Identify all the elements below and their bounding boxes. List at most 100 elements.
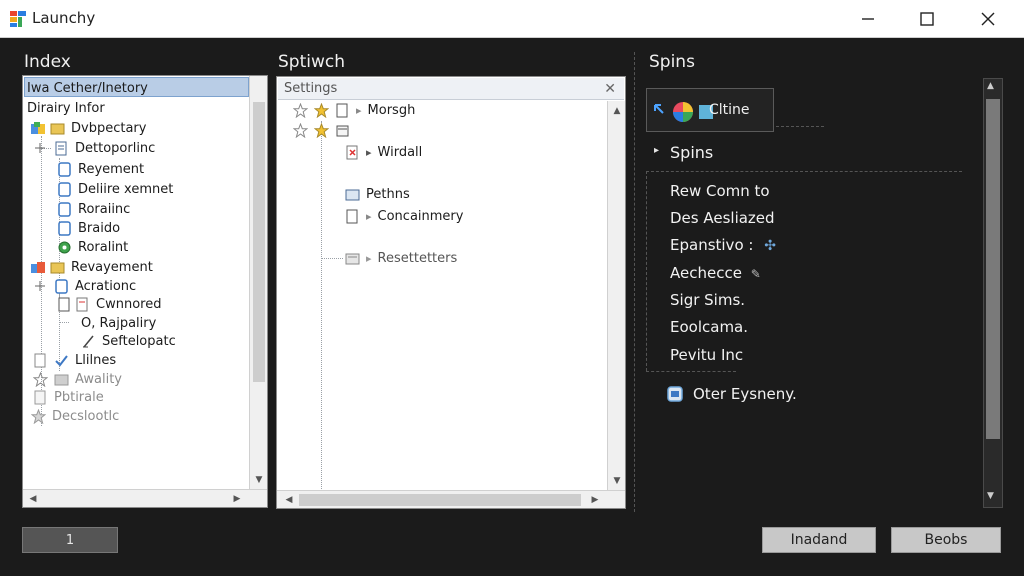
tree-item-label: Deliire xemnet (78, 181, 174, 197)
spins-vertical-scrollbar[interactable]: ▲ ▼ (983, 78, 1003, 508)
tree-item-root[interactable]: Iwa Cether/Inetory (27, 79, 148, 97)
spins-list-item-label: Aechecce (670, 264, 742, 282)
tree-item-label: Roralint (78, 239, 129, 255)
tree-item[interactable]: Roraiinc (57, 200, 130, 218)
tree-item[interactable]: Braido (57, 219, 120, 237)
beobs-button[interactable]: Beobs (891, 527, 1001, 553)
folder-icon (50, 123, 65, 134)
tree-item-label: Dirairy Infor (27, 100, 105, 116)
settings-horizontal-scrollbar[interactable]: ◀ ▶ (277, 490, 625, 508)
spins-list-item[interactable]: Pevitu Inc (670, 346, 743, 364)
star-outline-icon (293, 122, 308, 138)
tree-item-label: Llilnes (75, 352, 117, 368)
scroll-down-arrow-icon[interactable]: ▼ (609, 473, 625, 489)
tree-item[interactable]: O, Rajpaliry (81, 314, 156, 332)
star-icon (31, 408, 46, 424)
document-blue-icon (58, 161, 71, 177)
star-icon (314, 102, 329, 118)
scroll-up-arrow-icon[interactable]: ▲ (987, 81, 994, 91)
tree-item[interactable]: Revayement (31, 258, 153, 276)
document-gray-icon (34, 390, 46, 404)
scrollbar-thumb[interactable] (299, 494, 581, 506)
star-outline-icon (33, 371, 48, 387)
tree-item[interactable]: Dirairy Infor (27, 99, 105, 117)
spins-footer-item[interactable]: Oter Eysneny. (693, 385, 797, 403)
spins-tile-label: Cltine (709, 102, 750, 118)
scroll-left-arrow-icon[interactable]: ◀ (281, 492, 297, 508)
panel-divider (634, 52, 635, 512)
spins-list-item[interactable]: Epanstivo : ✣ (670, 236, 776, 254)
settings-item[interactable]: ▸ Resettetters (345, 249, 457, 267)
tree-item[interactable]: Seftelopatc (81, 332, 176, 350)
tree-item[interactable]: Deliire xemnet (57, 180, 173, 198)
settings-vertical-scrollbar[interactable]: ▲ ▼ (607, 101, 625, 490)
spins-list-item[interactable]: Aechecce ✎ (670, 264, 761, 282)
settings-item-label: Pethns (366, 186, 410, 202)
spins-section-title[interactable]: Spins (670, 143, 713, 162)
index-horizontal-scrollbar[interactable]: ◀ ▶ (23, 489, 267, 507)
document-blue-icon (58, 220, 71, 236)
settings-tree[interactable]: Settings ✕ ▸ Morsgh ▸ Wirdall Pethns ▸ C… (276, 76, 626, 509)
tree-item[interactable]: Pbtirale (33, 388, 104, 406)
settings-item-label: Morsgh (367, 102, 416, 118)
tree-item-label: Dvbpectary (71, 120, 147, 136)
tree-item[interactable]: Cwnnored (57, 295, 161, 313)
settings-item-icons[interactable] (293, 121, 356, 139)
tree-item-label: Seftelopatc (102, 333, 176, 349)
tree-item-label: Dettoporlinc (75, 140, 156, 156)
expand-arrow-icon[interactable]: ▸ (654, 145, 659, 156)
settings-item[interactable]: ▸ Morsgh (293, 101, 415, 119)
folder-gray-icon (54, 374, 69, 385)
tree-item[interactable]: Llilnes (33, 351, 116, 369)
close-button[interactable] (958, 0, 1018, 38)
minimize-button[interactable] (838, 0, 898, 38)
document-blue-icon (58, 201, 71, 217)
tree-item[interactable]: Decslootlc (31, 407, 119, 425)
spins-logo-icon (654, 102, 713, 122)
settings-item[interactable]: Pethns (345, 185, 410, 203)
inadand-button[interactable]: Inadand (762, 527, 876, 553)
scroll-up-arrow-icon[interactable]: ▲ (609, 103, 625, 119)
settings-item[interactable]: ▸ Wirdall (345, 143, 422, 161)
tree-item-label: Braido (78, 220, 121, 236)
spins-list-item[interactable]: Sigr Sims. (670, 291, 745, 309)
page-number-box[interactable]: 1 (22, 527, 118, 553)
spins-list-item[interactable]: Eoolcama. (670, 318, 748, 336)
expand-plus-icon (35, 280, 45, 291)
star-icon (314, 122, 329, 138)
spins-list-item[interactable]: Rew Comn to (670, 182, 770, 200)
settings-item-label: Wirdall (377, 144, 423, 160)
scroll-left-arrow-icon[interactable]: ◀ (25, 491, 41, 507)
scroll-down-arrow-icon[interactable]: ▼ (251, 472, 267, 488)
tree-item[interactable]: Dettoporlinc (33, 139, 155, 157)
tree-item-label: Decslootlc (52, 408, 120, 424)
tree-item[interactable]: Acrationc (33, 277, 136, 295)
tree-item[interactable]: Awality (33, 370, 122, 388)
scrollbar-thumb[interactable] (986, 99, 1000, 439)
spins-tile[interactable]: Cltine (646, 88, 774, 132)
scrollbar-thumb[interactable] (253, 102, 265, 382)
index-tree[interactable]: Iwa Cether/Inetory Dirairy Infor Dvbpect… (22, 75, 268, 508)
scroll-right-arrow-icon[interactable]: ▶ (587, 492, 603, 508)
scroll-down-arrow-icon[interactable]: ▼ (987, 491, 994, 501)
document-icon (55, 141, 67, 155)
star-outline-icon (293, 102, 308, 118)
maximize-button[interactable] (897, 0, 957, 38)
index-vertical-scrollbar[interactable]: ▼ (249, 76, 267, 489)
tree-item[interactable]: Reyement (57, 160, 144, 178)
folder-colorful-icon (31, 121, 45, 134)
stack-icon (336, 125, 349, 136)
tree-item-label: Reyement (78, 161, 145, 177)
expand-arrow-icon: ▸ (366, 145, 372, 159)
document-icon (58, 297, 70, 311)
maximize-icon (920, 12, 934, 26)
document-blue-icon (55, 278, 68, 294)
tree-item[interactable]: Roralint (57, 238, 128, 256)
window-title: Launchy (32, 9, 96, 27)
expand-arrow-icon: ▸ (366, 251, 372, 265)
close-icon[interactable]: ✕ (604, 78, 616, 100)
tree-item[interactable]: Dvbpectary (31, 119, 146, 137)
settings-item[interactable]: ▸ Concainmery (345, 207, 463, 225)
spins-list-item[interactable]: Des Aesliazed (670, 209, 775, 227)
scroll-right-arrow-icon[interactable]: ▶ (229, 491, 245, 507)
